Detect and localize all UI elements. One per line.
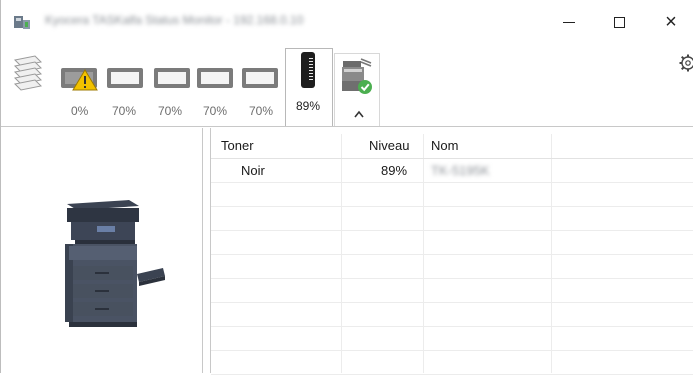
maximize-icon — [613, 16, 625, 28]
close-icon: × — [665, 10, 677, 33]
table-header: Toner Niveau Nom — [211, 134, 693, 159]
tray-2-level: 70% — [112, 104, 137, 118]
tray-2-icon[interactable] — [105, 64, 145, 92]
tray-4-level: 70% — [203, 104, 228, 118]
tray-1-icon[interactable] — [59, 64, 99, 92]
cell-name: TK-5195K — [431, 163, 490, 178]
tray-1-level: 0% — [71, 104, 89, 118]
toner-table: Toner Niveau Nom Noir 89% TK-5195K — [211, 134, 693, 375]
table-row — [211, 279, 693, 303]
toolbar-divider — [1, 126, 693, 127]
printer-status-icon — [342, 58, 372, 94]
toner-level-label: 89% — [296, 99, 321, 113]
paper-stack-icon[interactable] — [11, 52, 45, 92]
printer-device-image — [65, 200, 165, 327]
column-header-toner[interactable]: Toner — [221, 134, 254, 158]
column-header-level[interactable]: Niveau — [369, 134, 409, 158]
table-row — [211, 183, 693, 207]
window-title: Kyocera TASKalfa Status Monitor - 192.16… — [45, 13, 304, 27]
cell-level: 89% — [381, 163, 408, 178]
status-monitor-window: Kyocera TASKalfa Status Monitor - 192.16… — [0, 0, 693, 375]
title-bar: Kyocera TASKalfa Status Monitor - 192.16… — [1, 0, 693, 44]
tray-5-icon[interactable] — [240, 64, 280, 92]
tray-4-icon[interactable] — [195, 64, 235, 92]
column-header-name[interactable]: Nom — [431, 134, 458, 158]
table-row — [211, 351, 693, 375]
table-row[interactable]: Noir 89% TK-5195K — [211, 159, 693, 183]
minimize-button[interactable] — [546, 0, 592, 44]
printer-app-icon — [14, 16, 30, 29]
tray-5-level: 70% — [249, 104, 274, 118]
table-row — [211, 327, 693, 351]
table-row — [211, 255, 693, 279]
tray-3-level: 70% — [158, 104, 183, 118]
toner-cartridge-icon — [301, 52, 315, 88]
table-row — [211, 303, 693, 327]
maximize-button[interactable] — [596, 0, 642, 44]
chevron-up-icon[interactable] — [354, 110, 364, 118]
gear-icon[interactable] — [679, 54, 693, 72]
table-row — [211, 207, 693, 231]
cell-toner: Noir — [241, 163, 265, 178]
close-button[interactable]: × — [648, 0, 693, 44]
minimize-icon — [563, 21, 575, 23]
tray-3-icon[interactable] — [152, 64, 192, 92]
table-row — [211, 231, 693, 255]
